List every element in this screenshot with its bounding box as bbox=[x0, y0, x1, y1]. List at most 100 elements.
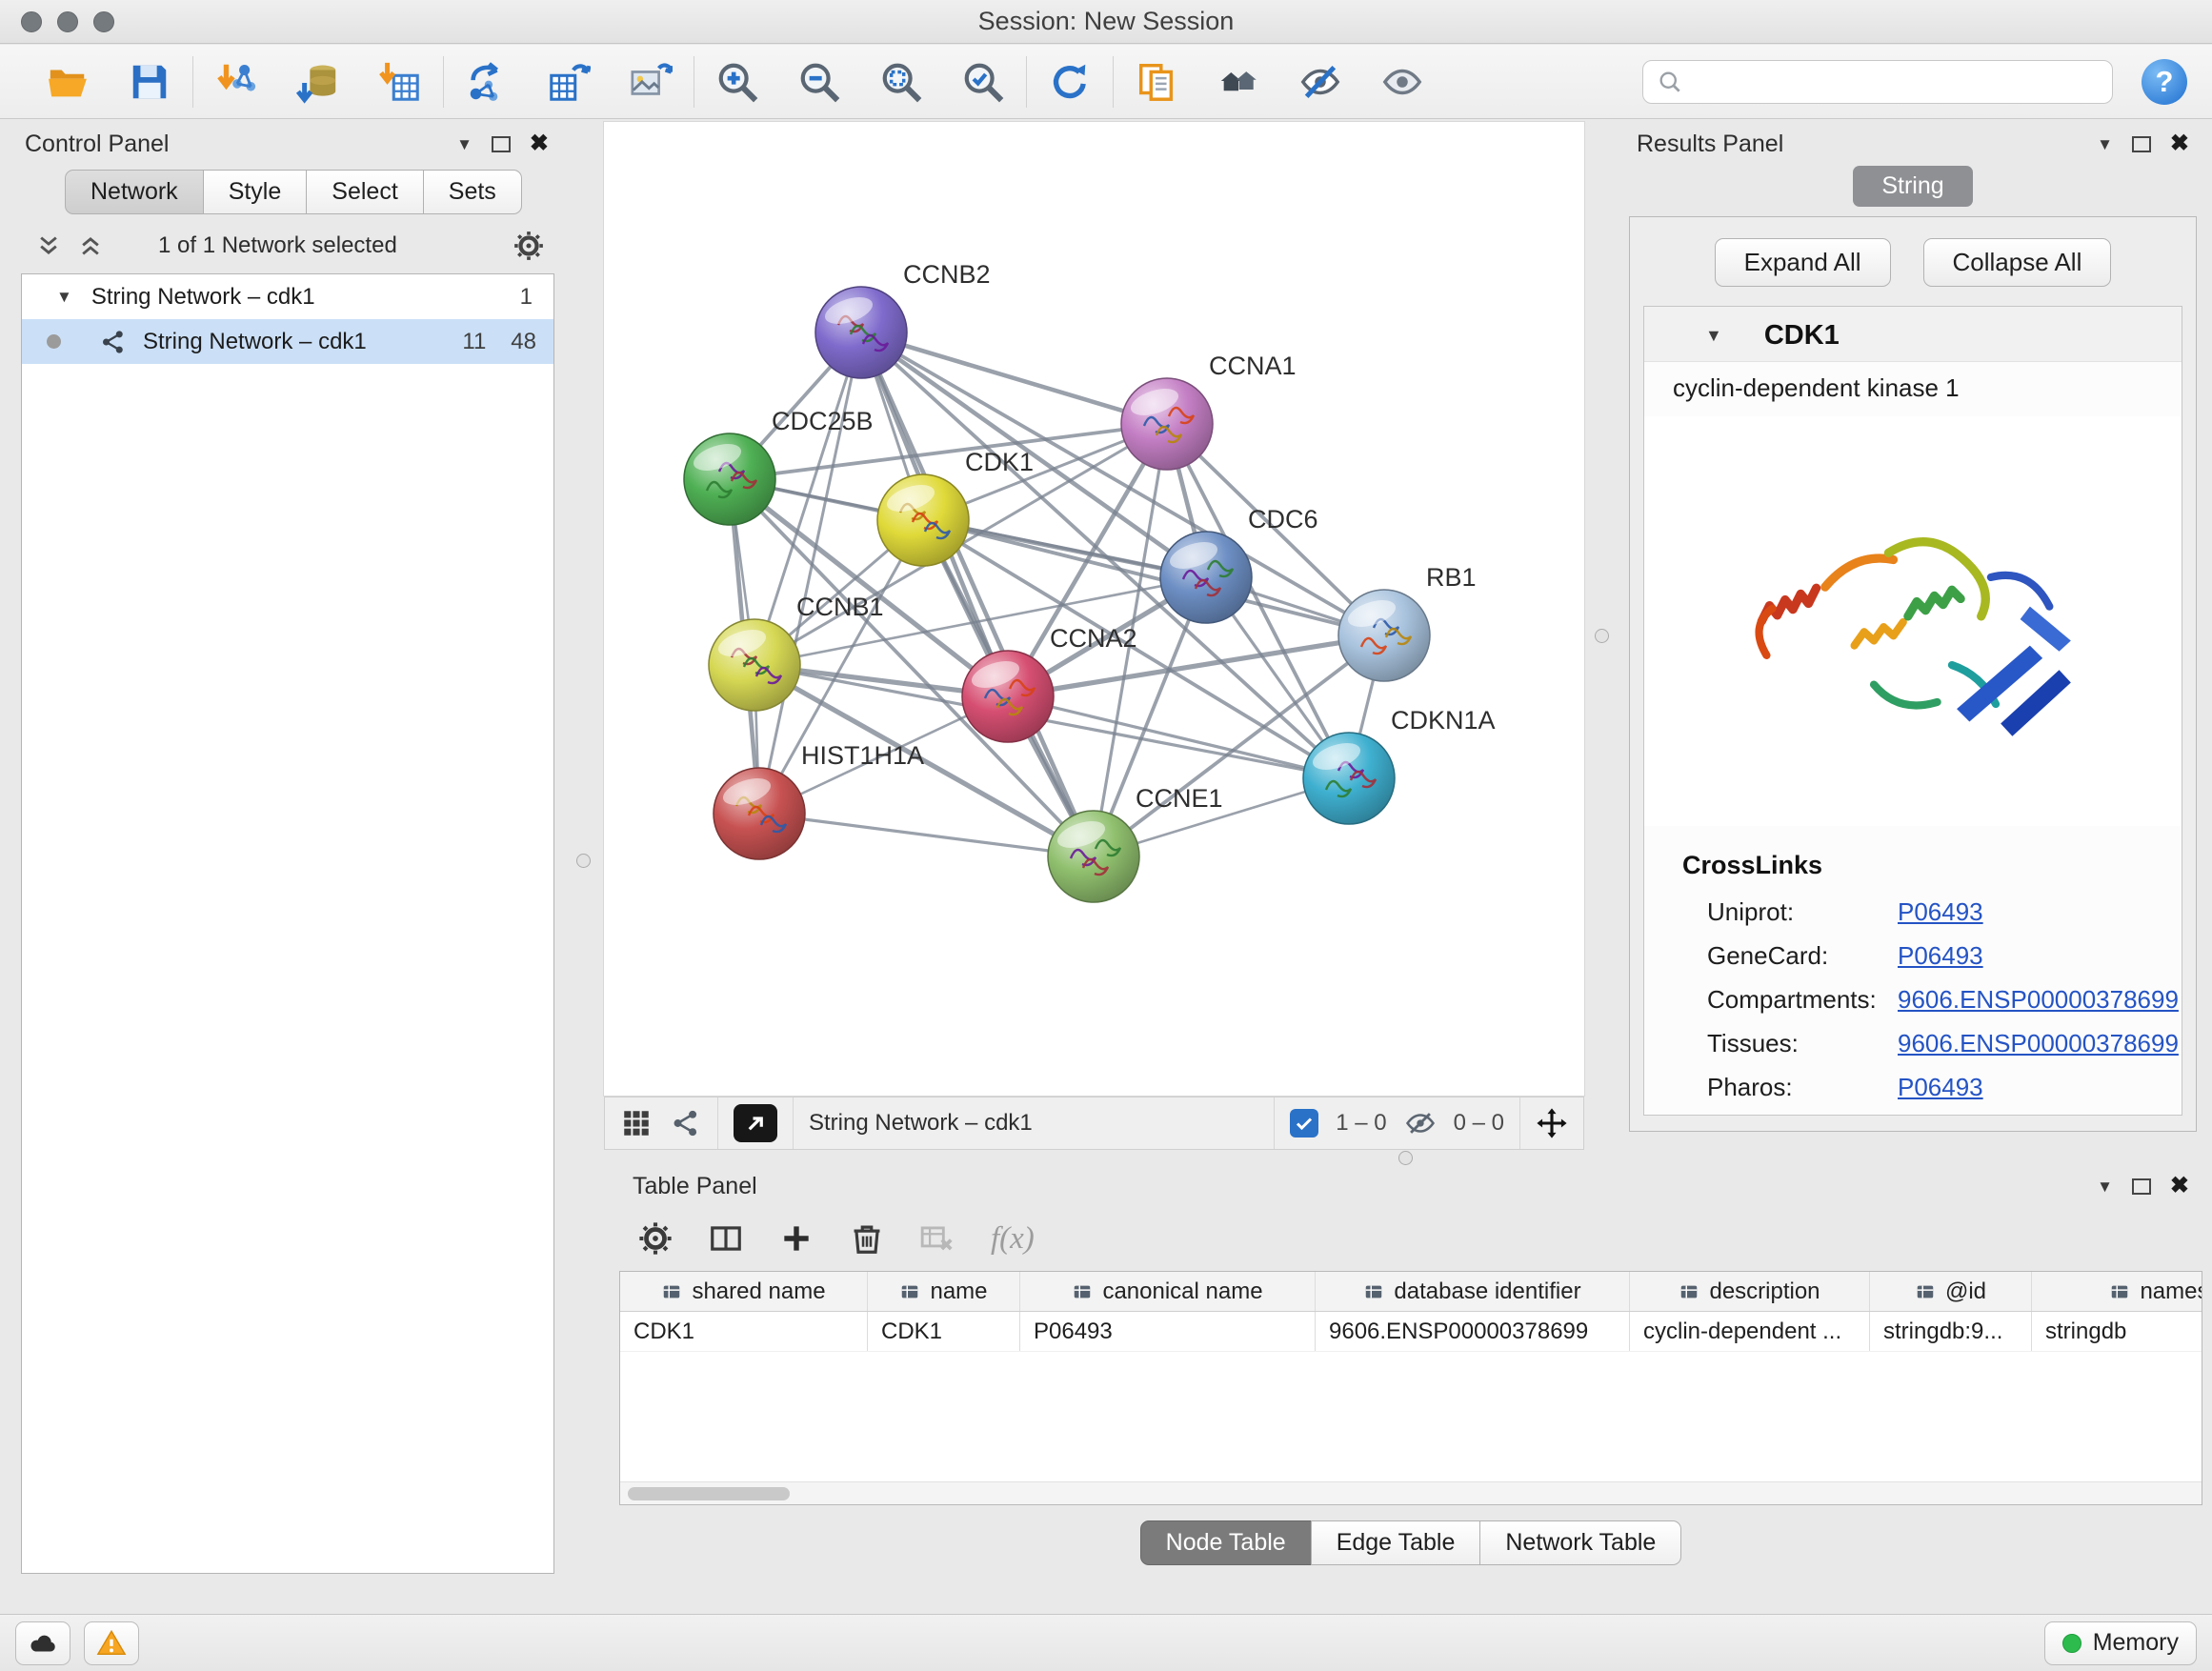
table-cell-description[interactable]: cyclin-dependent ... bbox=[1630, 1312, 1870, 1351]
zoom-fit-content-button[interactable] bbox=[877, 58, 925, 106]
column-header-shared-name[interactable]: shared name bbox=[620, 1272, 868, 1311]
hidden-eye-icon[interactable] bbox=[1404, 1107, 1437, 1139]
float-panel-icon[interactable] bbox=[2132, 136, 2151, 152]
table-cell-name[interactable]: CDK1 bbox=[868, 1312, 1020, 1351]
network-row[interactable]: String Network – cdk1 11 48 bbox=[22, 319, 553, 364]
selected-checkbox-icon[interactable] bbox=[1290, 1109, 1318, 1137]
network-node-CDKN1A[interactable] bbox=[1303, 733, 1395, 824]
column-header-namespace[interactable]: namespace bbox=[2032, 1272, 2202, 1311]
import-network-from-database-button[interactable] bbox=[294, 58, 342, 106]
expand-all-button[interactable]: Expand All bbox=[1715, 238, 1891, 287]
scrollbar-thumb[interactable] bbox=[628, 1487, 790, 1500]
table-cell-database-identifier[interactable]: 9606.ENSP00000378699 bbox=[1316, 1312, 1630, 1351]
create-column-button[interactable] bbox=[775, 1218, 817, 1259]
edge-CCNB2-CCNE1[interactable] bbox=[861, 332, 1094, 856]
show-graphics-details-button[interactable] bbox=[1378, 58, 1426, 106]
export-image-button[interactable] bbox=[627, 58, 674, 106]
table-cell--id[interactable]: stringdb:9... bbox=[1870, 1312, 2032, 1351]
network-node-RB1[interactable] bbox=[1338, 590, 1430, 681]
panel-menu-icon[interactable]: ▼ bbox=[2097, 136, 2113, 152]
horizontal-scrollbar[interactable] bbox=[620, 1481, 2202, 1504]
network-node-CCNB2[interactable] bbox=[815, 287, 907, 378]
clone-network-button[interactable] bbox=[1133, 58, 1180, 106]
control-tab-select[interactable]: Select bbox=[306, 170, 423, 214]
export-table-button[interactable] bbox=[545, 58, 593, 106]
table-cell-canonical-name[interactable]: P06493 bbox=[1020, 1312, 1316, 1351]
column-header-database-identifier[interactable]: database identifier bbox=[1316, 1272, 1630, 1311]
network-node-CCNA2[interactable] bbox=[962, 651, 1054, 742]
table-tab-node-table[interactable]: Node Table bbox=[1140, 1520, 1312, 1565]
save-session-button[interactable] bbox=[126, 58, 173, 106]
fit-selected-crosshair-icon[interactable] bbox=[1536, 1107, 1568, 1139]
crosslink-link-uniprot-[interactable]: P06493 bbox=[1898, 897, 1983, 927]
column-header-description[interactable]: description bbox=[1630, 1272, 1870, 1311]
network-node-CCNB1[interactable] bbox=[709, 619, 800, 711]
zoom-selected-button[interactable] bbox=[959, 58, 1007, 106]
vertical-splitter-handle-right[interactable] bbox=[1595, 629, 1609, 643]
home-button[interactable] bbox=[1215, 58, 1262, 106]
expand-all-icon[interactable] bbox=[78, 233, 103, 258]
warnings-button[interactable] bbox=[84, 1621, 139, 1665]
table-row[interactable]: CDK1CDK1P064939606.ENSP00000378699cyclin… bbox=[620, 1312, 2202, 1352]
table-tab-edge-table[interactable]: Edge Table bbox=[1311, 1520, 1481, 1565]
table-settings-button[interactable] bbox=[634, 1218, 676, 1259]
float-panel-icon[interactable] bbox=[2132, 1178, 2151, 1195]
import-table-from-file-button[interactable] bbox=[376, 58, 424, 106]
search-box[interactable] bbox=[1642, 60, 2113, 104]
horizontal-splitter-handle[interactable] bbox=[1398, 1151, 1413, 1165]
close-panel-icon[interactable]: ✖ bbox=[2170, 132, 2189, 155]
float-panel-icon[interactable] bbox=[492, 136, 511, 152]
panel-menu-icon[interactable]: ▼ bbox=[2097, 1178, 2113, 1195]
network-canvas[interactable]: CCNB2CCNA1CDC25BCDK1CDC6RB1CCNB1CCNA2CDK… bbox=[604, 122, 1584, 1096]
import-network-from-file-button[interactable] bbox=[212, 58, 260, 106]
table-tab-network-table[interactable]: Network Table bbox=[1479, 1520, 1681, 1565]
minimize-window-button[interactable] bbox=[57, 11, 78, 32]
network-node-CDC25B[interactable] bbox=[684, 433, 775, 525]
network-graph[interactable]: CCNB2CCNA1CDC25BCDK1CDC6RB1CCNB1CCNA2CDK… bbox=[604, 122, 1584, 1096]
table-cell-shared-name[interactable]: CDK1 bbox=[620, 1312, 868, 1351]
edge-CCNB2-CCNA1[interactable] bbox=[861, 332, 1167, 424]
delete-table-button[interactable] bbox=[916, 1218, 958, 1259]
collapse-all-icon[interactable] bbox=[36, 233, 61, 258]
tab-string[interactable]: String bbox=[1853, 166, 1972, 207]
crosslink-link-genecard-[interactable]: P06493 bbox=[1898, 941, 1983, 971]
memory-button[interactable]: Memory bbox=[2044, 1621, 2197, 1665]
detach-view-button[interactable] bbox=[734, 1104, 777, 1142]
control-tab-network[interactable]: Network bbox=[65, 170, 204, 214]
network-node-CCNE1[interactable] bbox=[1048, 811, 1139, 902]
select-columns-button[interactable] bbox=[705, 1218, 747, 1259]
vertical-splitter-handle-left[interactable] bbox=[576, 854, 591, 868]
column-header-name[interactable]: name bbox=[868, 1272, 1020, 1311]
collapse-entry-icon[interactable]: ▼ bbox=[1705, 326, 1722, 346]
crosslink-link-compartments-[interactable]: 9606.ENSP00000378699 bbox=[1898, 985, 2179, 1015]
control-tab-sets[interactable]: Sets bbox=[423, 170, 522, 214]
zoom-in-button[interactable] bbox=[714, 58, 761, 106]
close-panel-icon[interactable]: ✖ bbox=[2170, 1175, 2189, 1198]
zoom-out-button[interactable] bbox=[795, 58, 843, 106]
network-overview-icon[interactable] bbox=[670, 1107, 702, 1139]
export-network-button[interactable] bbox=[463, 58, 511, 106]
network-node-CCNA1[interactable] bbox=[1121, 378, 1213, 470]
crosslink-link-tissues-[interactable]: 9606.ENSP00000378699 bbox=[1898, 1029, 2179, 1058]
network-options-gear-icon[interactable] bbox=[513, 230, 545, 262]
collapse-all-button[interactable]: Collapse All bbox=[1923, 238, 2112, 287]
crosslink-link-pharos-[interactable]: P06493 bbox=[1898, 1073, 1983, 1102]
help-button[interactable]: ? bbox=[2142, 59, 2187, 105]
function-builder-button[interactable]: f(x) bbox=[987, 1221, 1035, 1257]
column-header--id[interactable]: @id bbox=[1870, 1272, 2032, 1311]
expand-triangle-icon[interactable]: ▼ bbox=[56, 288, 72, 307]
delete-columns-button[interactable] bbox=[846, 1218, 888, 1259]
network-node-HIST1H1A[interactable] bbox=[714, 768, 805, 859]
control-tab-style[interactable]: Style bbox=[203, 170, 308, 214]
refresh-view-button[interactable] bbox=[1046, 58, 1094, 106]
network-node-CDC6[interactable] bbox=[1160, 532, 1252, 623]
close-window-button[interactable] bbox=[21, 11, 42, 32]
network-node-CDK1[interactable] bbox=[877, 474, 969, 566]
close-panel-icon[interactable]: ✖ bbox=[530, 132, 549, 155]
panel-menu-icon[interactable]: ▼ bbox=[456, 136, 473, 152]
table-cell-namespace[interactable]: stringdb bbox=[2032, 1312, 2202, 1351]
hide-graphics-details-button[interactable] bbox=[1297, 58, 1344, 106]
edge-HIST1H1A-CCNE1[interactable] bbox=[759, 814, 1094, 856]
column-header-canonical-name[interactable]: canonical name bbox=[1020, 1272, 1316, 1311]
search-input[interactable] bbox=[1693, 68, 2099, 95]
